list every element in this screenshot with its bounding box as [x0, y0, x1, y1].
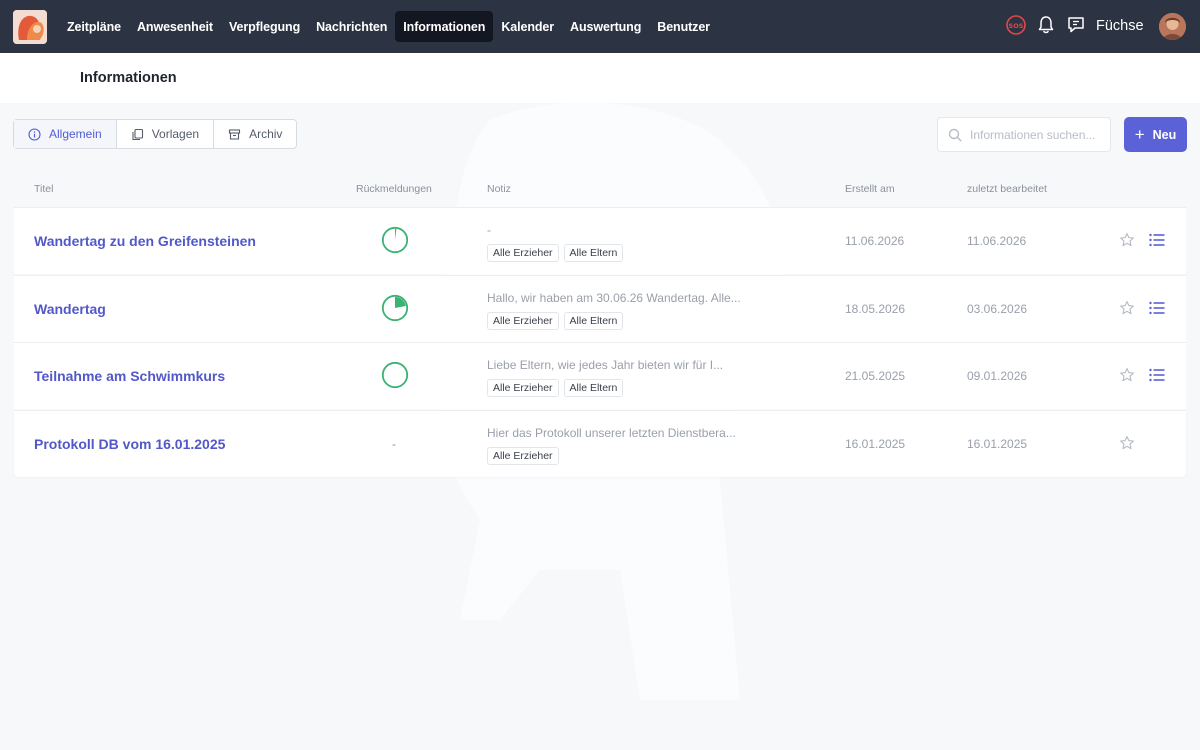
row-title-link[interactable]: Teilnahme am Schwimmkurs: [34, 368, 225, 384]
star-icon[interactable]: [1119, 435, 1135, 451]
bell-icon[interactable]: [1037, 15, 1055, 35]
row-edited-date: 11.06.2026: [967, 234, 1027, 248]
nav-item-zeitpläne[interactable]: Zeitpläne: [59, 11, 129, 42]
app-logo[interactable]: [13, 10, 47, 44]
info-tabs: Allgemein Vorlagen Archiv: [13, 119, 298, 149]
page-title: Informationen: [80, 70, 177, 86]
list-icon[interactable]: [1149, 368, 1165, 382]
group-selector[interactable]: Füchse: [1096, 18, 1144, 34]
main-nav: Zeitpläne Anwesenheit Verpflegung Nachricht…: [59, 11, 718, 42]
top-navigation-bar: Zeitpläne Anwesenheit Verpflegung Nachricht…: [0, 0, 1200, 53]
recipient-tag: Alle Erzieher: [487, 244, 559, 262]
row-created-date: 16.01.2025: [845, 436, 906, 451]
row-edited-date: 03.06.2026: [967, 301, 1028, 316]
page-header: Informationen: [0, 53, 1200, 103]
search-box[interactable]: [937, 117, 1111, 152]
nav-item-kalender[interactable]: Kalender: [493, 11, 562, 42]
list-icon[interactable]: [1149, 301, 1165, 315]
row-title-link[interactable]: Wandertag zu den Greifensteinen: [34, 233, 256, 249]
row-created-date: 21.05.2025: [845, 369, 906, 383]
recipient-tag: Alle Eltern: [563, 379, 624, 397]
search-icon: [948, 128, 962, 142]
header-responses[interactable]: Rückmeldungen: [356, 183, 432, 195]
table-row[interactable]: Wandertag zu den Greifensteinen - Alle Erz…: [14, 207, 1186, 274]
tab-label: Archiv: [249, 127, 283, 141]
table-row[interactable]: Wandertag Hallo, wir haben am 30.06.26 Wa…: [14, 274, 1186, 342]
response-progress-slice: [395, 229, 397, 240]
row-edited-date: 16.01.2025: [967, 436, 1028, 451]
recipient-tag: Alle Eltern: [563, 244, 624, 262]
recipient-tags: Alle Erzieher Alle Eltern: [487, 311, 628, 330]
response-progress-slice: [395, 296, 406, 308]
nav-item-verpflegung[interactable]: Verpflegung: [221, 11, 308, 42]
table-row[interactable]: Protokoll DB vom 16.01.2025 - Hier das Pro…: [14, 409, 1186, 477]
information-table: Titel Rückmeldungen Notiz Erstellt am zu…: [14, 170, 1186, 477]
new-information-button[interactable]: + Neu: [1124, 117, 1187, 152]
responses-empty: -: [392, 436, 396, 451]
row-note: -: [487, 223, 491, 237]
row-created-date: 11.06.2026: [845, 234, 905, 248]
header-note[interactable]: Notiz: [487, 183, 511, 195]
tab-vorlagen[interactable]: Vorlagen: [117, 120, 215, 148]
responses-progress[interactable]: [381, 226, 409, 254]
tab-allgemein[interactable]: Allgemein: [14, 120, 117, 148]
sos-label: SOS: [1009, 22, 1024, 30]
copy-icon: [132, 128, 143, 140]
star-icon[interactable]: [1119, 232, 1135, 248]
recipient-tag: Alle Erzieher: [487, 379, 559, 397]
chat-icon[interactable]: [1066, 15, 1086, 35]
archive-box-icon: [229, 128, 241, 140]
header-edited[interactable]: zuletzt bearbeitet: [967, 183, 1047, 195]
recipient-tags: Alle Erzieher Alle Eltern: [487, 379, 628, 397]
nav-item-informationen[interactable]: Informationen: [395, 11, 494, 42]
row-title-link[interactable]: Protokoll DB vom 16.01.2025: [34, 436, 225, 452]
row-edited-date: 09.01.2026: [967, 369, 1028, 383]
row-note: Hallo, wir haben am 30.06.26 Wandertag. …: [487, 290, 741, 305]
new-button-label: Neu: [1152, 127, 1177, 142]
row-note: Hier das Protokoll unserer letzten Diens…: [487, 425, 736, 440]
plus-icon: +: [1134, 125, 1145, 144]
star-icon[interactable]: [1119, 300, 1135, 316]
nav-item-auswertung[interactable]: Auswertung: [562, 11, 649, 42]
recipient-tag: Alle Eltern: [563, 311, 624, 330]
info-circle-icon: [28, 127, 41, 141]
nav-item-benutzer[interactable]: Benutzer: [649, 11, 718, 42]
tab-label: Allgemein: [49, 127, 102, 141]
search-input[interactable]: [970, 127, 1100, 142]
tab-archiv[interactable]: Archiv: [214, 120, 296, 148]
row-note: Liebe Eltern, wie jedes Jahr bieten wir …: [487, 358, 724, 372]
header-title[interactable]: Titel: [34, 183, 53, 195]
nav-item-nachrichten[interactable]: Nachrichten: [308, 11, 395, 42]
row-created-date: 18.05.2026: [845, 301, 906, 316]
row-title-link[interactable]: Wandertag: [34, 301, 106, 317]
responses-progress[interactable]: [381, 294, 409, 322]
list-icon[interactable]: [1149, 233, 1165, 247]
recipient-tags: Alle Erzieher: [487, 446, 564, 465]
recipient-tag: Alle Erzieher: [487, 446, 559, 465]
star-icon[interactable]: [1119, 367, 1135, 383]
tab-label: Vorlagen: [151, 127, 200, 141]
sos-icon[interactable]: SOS: [1006, 15, 1026, 35]
table-header: Titel Rückmeldungen Notiz Erstellt am zu…: [14, 170, 1186, 207]
user-avatar[interactable]: [1159, 13, 1186, 40]
responses-progress[interactable]: [381, 361, 409, 389]
recipient-tags: Alle Erzieher Alle Eltern: [487, 244, 628, 262]
nav-item-anwesenheit[interactable]: Anwesenheit: [129, 11, 221, 42]
table-row[interactable]: Teilnahme am Schwimmkurs Liebe Eltern, wi…: [14, 342, 1186, 409]
header-created[interactable]: Erstellt am: [845, 183, 895, 195]
recipient-tag: Alle Erzieher: [487, 311, 559, 330]
